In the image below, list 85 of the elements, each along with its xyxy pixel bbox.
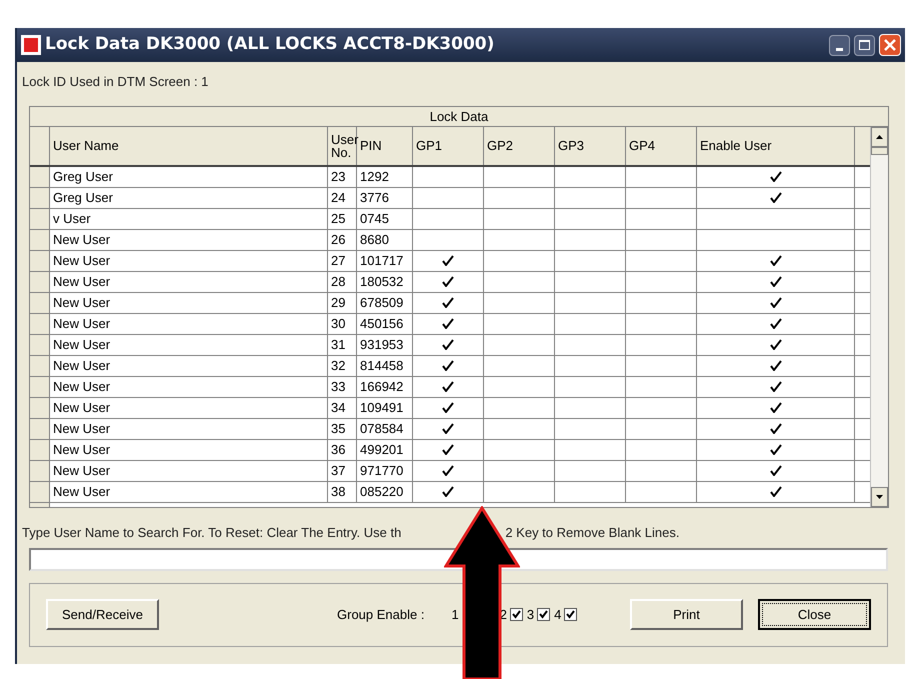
column-header[interactable]: GP4 bbox=[626, 126, 697, 164]
table-cell: 814458 bbox=[357, 356, 413, 376]
print-button[interactable]: Print bbox=[630, 599, 743, 630]
group-number: 3 bbox=[526, 606, 534, 624]
lock-id-label: Lock ID Used in DTM Screen : 1 bbox=[21, 73, 210, 91]
send-receive-button[interactable]: Send/Receive bbox=[46, 599, 159, 630]
close-button[interactable]: Close bbox=[758, 599, 871, 630]
table-cell: 36 bbox=[328, 440, 357, 460]
table-cell: 35 bbox=[328, 418, 357, 438]
table-cell: New User bbox=[50, 460, 328, 480]
table-cell: New User bbox=[50, 482, 328, 502]
table-cell: 28 bbox=[328, 272, 357, 292]
column-header[interactable]: GP3 bbox=[555, 126, 626, 164]
table-cell: 37 bbox=[328, 460, 357, 480]
table-cell: 31 bbox=[328, 334, 357, 354]
table-cell: 30 bbox=[328, 314, 357, 334]
table-cell: 29 bbox=[328, 292, 357, 312]
column-header[interactable]: Enable User bbox=[697, 126, 855, 164]
table-cell: 678509 bbox=[357, 292, 413, 312]
table-cell: 38 bbox=[328, 482, 357, 502]
table-cell: 33 bbox=[328, 376, 357, 396]
up-arrow-icon bbox=[876, 134, 883, 138]
table-cell: 34 bbox=[328, 398, 357, 418]
column-header[interactable]: GP1 bbox=[413, 126, 484, 164]
table-cell: 971770 bbox=[357, 460, 413, 480]
table-cell: 499201 bbox=[357, 440, 413, 460]
table-cell: 3776 bbox=[357, 188, 413, 208]
column-header[interactable]: PIN bbox=[357, 126, 413, 164]
table-cell: 25 bbox=[328, 208, 357, 228]
table-cell: New User bbox=[50, 250, 328, 270]
group-enable-label: Group Enable : bbox=[337, 606, 424, 624]
minimize-button[interactable] bbox=[829, 34, 850, 56]
window-title: Lock Data DK3000 (ALL LOCKS ACCT8-DK3000) bbox=[45, 33, 494, 56]
table-cell: 931953 bbox=[357, 334, 413, 354]
group-checkbox[interactable] bbox=[537, 608, 550, 621]
app-icon bbox=[21, 35, 41, 55]
close-window-button[interactable] bbox=[879, 34, 901, 56]
table-cell: Greg User bbox=[50, 166, 328, 186]
group-checkbox[interactable] bbox=[510, 608, 523, 621]
hint-text: 2 Key to Remove Blank Lines. bbox=[505, 524, 680, 540]
table-cell: New User bbox=[50, 230, 328, 250]
scroll-down-button[interactable] bbox=[871, 486, 888, 506]
group-number: 1 bbox=[451, 606, 459, 624]
table-cell: New User bbox=[50, 418, 328, 438]
table-cell: New User bbox=[50, 272, 328, 292]
table-cell: 450156 bbox=[357, 314, 413, 334]
scrollbar[interactable] bbox=[870, 126, 888, 506]
table-cell: 8680 bbox=[357, 230, 413, 250]
table-cell: New User bbox=[50, 398, 328, 418]
table-cell: New User bbox=[50, 356, 328, 376]
search-field[interactable] bbox=[29, 548, 888, 570]
table-cell: 180532 bbox=[357, 272, 413, 292]
hint-text: Type User Name to Search For. To Reset: Clear The Entry. Use th bbox=[22, 524, 402, 540]
table-cell: 32 bbox=[328, 356, 357, 376]
down-arrow-icon bbox=[876, 494, 883, 498]
minimize-icon bbox=[836, 48, 843, 50]
table-cell: New User bbox=[50, 376, 328, 396]
table-cell: New User bbox=[50, 334, 328, 354]
grid-caption: Lock Data bbox=[30, 106, 888, 126]
table-cell: 085220 bbox=[357, 482, 413, 502]
scroll-up-button[interactable] bbox=[871, 126, 888, 146]
maximize-icon bbox=[859, 40, 870, 50]
column-header[interactable]: GP2 bbox=[484, 126, 555, 164]
group-number: 4 bbox=[554, 606, 562, 624]
table-cell: New User bbox=[50, 292, 328, 312]
table-cell: 0745 bbox=[357, 208, 413, 228]
table-cell: 078584 bbox=[357, 418, 413, 438]
close-icon bbox=[884, 39, 896, 51]
table-cell: v User bbox=[50, 208, 328, 228]
group-checkbox[interactable] bbox=[564, 608, 578, 621]
column-header[interactable]: User No. bbox=[328, 126, 357, 164]
table-cell: New User bbox=[50, 314, 328, 334]
table-cell: 26 bbox=[328, 230, 357, 250]
table-cell: New User bbox=[50, 440, 328, 460]
table-cell: 166942 bbox=[357, 376, 413, 396]
maximize-button[interactable] bbox=[854, 34, 875, 56]
row-selector[interactable] bbox=[30, 166, 50, 186]
table-cell: 23 bbox=[328, 166, 357, 186]
table-cell: Greg User bbox=[50, 188, 328, 208]
table-cell: 109491 bbox=[357, 398, 413, 418]
table-cell: 101717 bbox=[357, 250, 413, 270]
table-cell: 24 bbox=[328, 188, 357, 208]
table-cell: 1292 bbox=[357, 166, 413, 186]
column-header[interactable]: User Name bbox=[50, 126, 328, 164]
table-cell: 27 bbox=[328, 250, 357, 270]
